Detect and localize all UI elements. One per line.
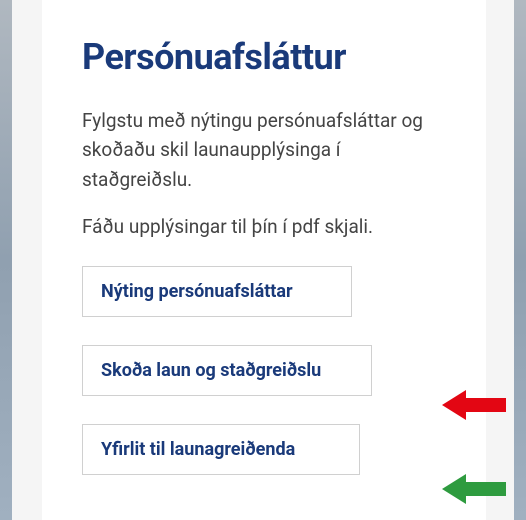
card-container: Persónuafsláttur Fylgstu með nýtingu per… xyxy=(42,0,486,520)
background-left-edge xyxy=(0,0,12,520)
red-arrow-icon xyxy=(442,388,506,426)
view-salary-button[interactable]: Skoða laun og staðgreiðslu xyxy=(82,345,372,396)
page-title: Persónuafsláttur xyxy=(82,36,446,78)
description-paragraph-2: Fáðu upplýsingar til þín í pdf skjali. xyxy=(82,212,446,241)
description-paragraph-1: Fylgstu með nýtingu persónuafsláttar og … xyxy=(82,106,446,194)
usage-button[interactable]: Nýting persónuafsláttar xyxy=(82,266,352,317)
green-arrow-icon xyxy=(442,472,506,510)
employer-overview-button[interactable]: Yfirlit til launagreiðenda xyxy=(82,424,360,475)
button-group: Nýting persónuafsláttar Skoða laun og st… xyxy=(82,266,446,475)
background-right-edge xyxy=(514,0,526,520)
